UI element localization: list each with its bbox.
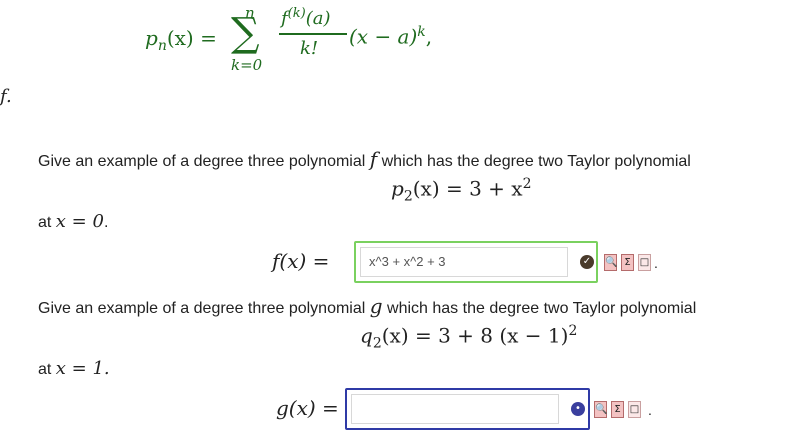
- formula-lhs: pn(x) =: [145, 26, 217, 54]
- fraction-numerator: f(k)(a): [281, 6, 331, 29]
- taylor-formula: pn(x) = ∑ n k=0 f(k)(a) k! (x − a)k,: [145, 0, 465, 80]
- q2-taylor-polynomial: q2(x) = 3 + 8 (x − 1)2: [360, 323, 578, 352]
- sum-lower-limit: k=0: [231, 56, 263, 74]
- q1-answer-box: x^3 + x^2 + 3 ✓: [354, 241, 598, 283]
- fraction-bar: [279, 33, 347, 35]
- correct-check-icon: ✓: [580, 255, 594, 269]
- q2-answer-input[interactable]: [351, 394, 559, 424]
- q2-prompt: Give an example of a degree three polyno…: [38, 294, 697, 318]
- help-document-icon[interactable]: □: [638, 254, 651, 271]
- q2-at-point: at x = 1.: [38, 358, 110, 379]
- q1-answer-input[interactable]: x^3 + x^2 + 3: [360, 247, 568, 277]
- trailing-dot: .: [648, 402, 652, 418]
- preview-icon[interactable]: 🔍: [604, 254, 617, 271]
- equation-editor-icon[interactable]: Σ: [611, 401, 624, 418]
- help-document-icon[interactable]: □: [628, 401, 641, 418]
- q1-answer-label: f(x) =: [272, 249, 330, 273]
- cutoff-text: f.: [0, 86, 12, 107]
- q1-taylor-polynomial: p2(x) = 3 + x2: [391, 176, 532, 205]
- q2-answer-label: g(x) =: [276, 396, 339, 420]
- preview-icon[interactable]: 🔍: [594, 401, 607, 418]
- trailing-dot: .: [654, 255, 658, 271]
- equation-editor-icon[interactable]: Σ: [621, 254, 634, 271]
- formula-rhs: (x − a)k,: [349, 24, 433, 49]
- q2-answer-box: •: [345, 388, 590, 430]
- q1-prompt: Give an example of a degree three polyno…: [38, 147, 691, 171]
- status-dot-icon: •: [571, 402, 585, 416]
- sum-upper-limit: n: [245, 4, 255, 22]
- q1-at-point: at x = 0.: [38, 211, 109, 232]
- fraction-denominator: k!: [300, 38, 319, 59]
